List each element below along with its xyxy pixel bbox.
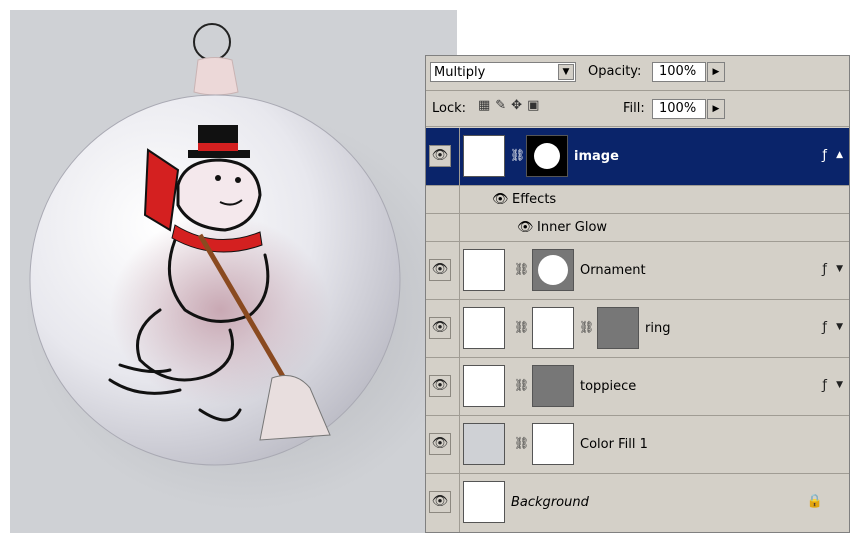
- effects-label: Effects: [512, 192, 557, 207]
- layer-effects-row[interactable]: 👁 Effects: [426, 186, 849, 214]
- scroll-up-icon[interactable]: ▲: [836, 150, 843, 160]
- layer-name: Ornament: [580, 263, 646, 278]
- column-separator: [459, 186, 460, 213]
- inner-glow-eye-icon[interactable]: 👁: [517, 220, 534, 235]
- expand-arrow-icon[interactable]: ▼: [836, 380, 843, 390]
- layer-name: image: [574, 149, 619, 164]
- blend-mode-value: Multiply: [434, 65, 486, 80]
- effects-icon[interactable]: ƒ: [822, 262, 827, 277]
- layer-toppiece[interactable]: 👁 ⛓ toppiece ƒ ▼: [426, 358, 849, 416]
- layers-panel: Multiply ▼ Opacity: 100% ▶ Lock: ▦✎✥▣ Fi…: [425, 55, 850, 533]
- effects-icon[interactable]: ƒ: [822, 378, 827, 393]
- fill-field[interactable]: 100%: [652, 99, 706, 119]
- canvas-preview: [10, 10, 457, 533]
- dropdown-arrow-icon[interactable]: ▼: [558, 64, 574, 80]
- link-icon[interactable]: ⛓: [514, 262, 529, 276]
- eye-icon[interactable]: 👁: [429, 433, 451, 455]
- column-separator: [459, 300, 460, 357]
- mask-thumbnail: [532, 307, 574, 349]
- layer-name: Color Fill 1: [580, 437, 648, 452]
- lock-label: Lock:: [432, 101, 467, 116]
- fill-slider-arrow-icon[interactable]: ▶: [707, 99, 725, 119]
- link-icon[interactable]: ⛓: [579, 320, 594, 334]
- lock-icon: 🔒: [806, 494, 823, 509]
- inner-glow-label: Inner Glow: [537, 220, 608, 235]
- layer-thumbnail: [463, 307, 505, 349]
- link-icon[interactable]: ⛓: [510, 148, 525, 162]
- panel-options-row: Multiply ▼ Opacity: 100% ▶: [426, 56, 849, 90]
- column-separator: [459, 128, 460, 185]
- opacity-slider-arrow-icon[interactable]: ▶: [707, 62, 725, 82]
- layer-thumbnail: [463, 249, 505, 291]
- column-separator: [459, 242, 460, 299]
- effects-icon[interactable]: ƒ: [822, 320, 827, 335]
- column-separator: [459, 474, 460, 532]
- opacity-label: Opacity:: [588, 64, 642, 79]
- fill-label: Fill:: [623, 101, 645, 116]
- mask-thumbnail: [532, 365, 574, 407]
- mask-thumbnail: [532, 423, 574, 465]
- opacity-field[interactable]: 100%: [652, 62, 706, 82]
- eye-icon[interactable]: 👁: [429, 145, 451, 167]
- effects-eye-icon[interactable]: 👁: [492, 192, 509, 207]
- layer-image[interactable]: 👁 ⛓ image ƒ ▲: [426, 128, 849, 186]
- layer-thumbnail: [463, 481, 505, 523]
- layer-ring[interactable]: 👁 ⛓ ⛓ ring ƒ ▼: [426, 300, 849, 358]
- layer-name: Background: [511, 495, 589, 510]
- expand-arrow-icon[interactable]: ▼: [836, 322, 843, 332]
- eye-icon[interactable]: 👁: [429, 317, 451, 339]
- vector-mask-thumbnail: [597, 307, 639, 349]
- expand-arrow-icon[interactable]: ▼: [836, 264, 843, 274]
- mask-thumbnail: [532, 249, 574, 291]
- link-icon[interactable]: ⛓: [514, 378, 529, 392]
- blend-mode-select[interactable]: Multiply ▼: [430, 62, 576, 82]
- layer-thumbnail: [463, 423, 505, 465]
- eye-icon[interactable]: 👁: [429, 491, 451, 513]
- eye-icon[interactable]: 👁: [429, 375, 451, 397]
- layer-color-fill[interactable]: 👁 ⛓ Color Fill 1: [426, 416, 849, 474]
- layer-background[interactable]: 👁 Background 🔒: [426, 474, 849, 532]
- effects-icon[interactable]: ƒ: [822, 148, 827, 163]
- column-separator: [459, 214, 460, 241]
- lock-options-icons[interactable]: ▦✎✥▣: [478, 98, 544, 113]
- column-separator: [459, 416, 460, 473]
- link-icon[interactable]: ⛓: [514, 436, 529, 450]
- mask-thumbnail: [526, 135, 568, 177]
- layer-thumbnail: [463, 365, 505, 407]
- eye-icon[interactable]: 👁: [429, 259, 451, 281]
- layer-effect-row[interactable]: 👁 Inner Glow: [426, 214, 849, 242]
- divider: [426, 126, 849, 127]
- ornament-illustration: [25, 23, 457, 510]
- link-icon[interactable]: ⛓: [514, 320, 529, 334]
- divider: [426, 90, 849, 91]
- layer-ornament[interactable]: 👁 ⛓ Ornament ƒ ▼: [426, 242, 849, 300]
- column-separator: [459, 358, 460, 415]
- layer-name: toppiece: [580, 379, 637, 394]
- layer-thumbnail: [463, 135, 505, 177]
- layer-name: ring: [645, 321, 671, 336]
